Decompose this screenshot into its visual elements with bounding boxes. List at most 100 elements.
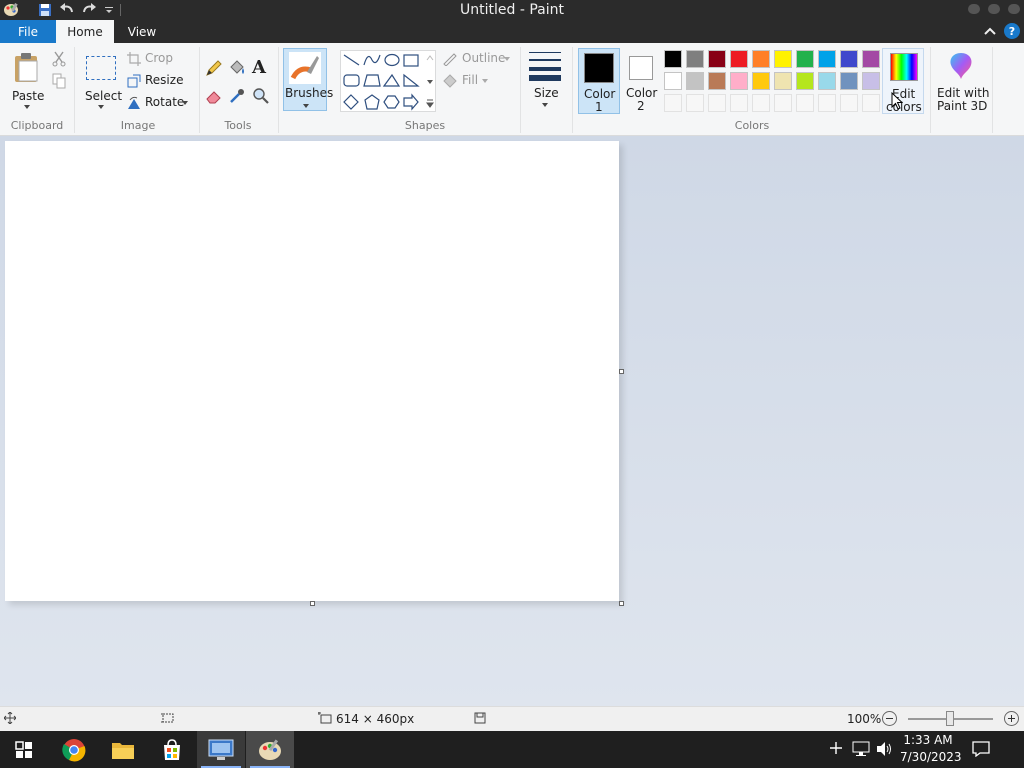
collapse-ribbon-icon[interactable] [984,25,996,39]
color1-button[interactable]: Color 1 [578,48,620,114]
rotate-button[interactable]: Rotate [127,95,193,111]
outline-button[interactable]: Outline [442,51,514,67]
taskbar-file-explorer[interactable] [99,731,147,768]
title-bar: Untitled - Paint [0,0,1024,20]
palette-swatch[interactable] [862,72,880,90]
palette-swatch[interactable] [818,50,836,68]
paste-dropdown-icon [24,105,30,109]
palette-swatch[interactable] [774,50,792,68]
brush-icon [289,52,321,84]
text-tool-icon[interactable]: A [252,57,266,78]
size-button[interactable]: Size [526,48,566,112]
tab-view[interactable]: View [114,20,170,43]
palette-swatch[interactable] [840,50,858,68]
colors-group-label: Colors [734,119,770,132]
palette-swatch[interactable] [818,72,836,90]
resize-handle-bottom[interactable] [310,601,315,606]
image-group-label: Image [120,119,156,132]
rotate-dropdown-icon [182,101,188,105]
drawing-canvas[interactable] [5,141,619,601]
crop-button[interactable]: Crop [127,51,187,67]
palette-swatch[interactable] [752,72,770,90]
taskbar-date[interactable]: 7/30/2023 [900,750,962,764]
custom-color-slot[interactable] [730,94,748,112]
ribbon: Paste Clipboard Select Crop Resize Rotat… [0,43,1024,136]
edit-with-paint3d-button[interactable]: Edit with Paint 3D [934,48,990,114]
zoom-slider-thumb[interactable] [946,711,954,726]
palette-swatch[interactable] [840,72,858,90]
palette-swatch[interactable] [664,50,682,68]
minimize-button[interactable] [968,4,980,14]
resize-handle-corner[interactable] [619,601,624,606]
fill-bucket-icon[interactable] [228,59,246,80]
select-dropdown-icon [98,105,104,109]
custom-color-slot[interactable] [862,94,880,112]
zoom-out-button[interactable] [882,711,897,726]
resize-handle-right[interactable] [619,369,624,374]
taskbar-remote-desktop[interactable] [197,731,245,768]
help-icon[interactable]: ? [1004,23,1020,39]
eraser-icon[interactable] [205,87,223,108]
zoom-in-button[interactable] [1004,711,1019,726]
network-icon[interactable] [852,741,870,760]
size-line-thickest [529,75,561,81]
fill-button[interactable]: Fill [442,73,498,89]
palette-swatch[interactable] [664,72,682,90]
custom-color-slot[interactable] [686,94,704,112]
color2-button[interactable]: Color 2 [622,48,662,114]
copy-icon[interactable] [52,73,66,92]
fill-dropdown-icon [482,79,488,83]
palette-swatch[interactable] [686,72,704,90]
taskbar-store[interactable] [148,731,196,768]
custom-color-slot[interactable] [664,94,682,112]
color2-label-line2: 2 [637,99,645,113]
custom-color-slot[interactable] [708,94,726,112]
custom-color-slot[interactable] [840,94,858,112]
palette-swatch[interactable] [862,50,880,68]
taskbar-chrome[interactable] [50,731,98,768]
palette-swatch[interactable] [686,50,704,68]
tab-home[interactable]: Home [56,20,114,43]
palette-swatch[interactable] [708,50,726,68]
crop-label: Crop [145,51,174,65]
start-button[interactable] [0,731,48,768]
group-separator [74,47,75,133]
custom-color-slot[interactable] [774,94,792,112]
custom-color-slot[interactable] [818,94,836,112]
palette-swatch[interactable] [774,72,792,90]
maximize-button[interactable] [988,4,1000,14]
store-icon [164,738,180,760]
taskbar-paint[interactable] [246,731,294,768]
palette-swatch[interactable] [730,72,748,90]
group-separator [572,47,573,133]
pencil-icon[interactable] [205,59,223,80]
resize-button[interactable]: Resize [127,73,187,89]
zoom-level: 100% [847,712,882,726]
edit-colors-button[interactable]: Edit colors [882,48,924,114]
palette-swatch[interactable] [752,50,770,68]
cut-icon[interactable] [52,51,66,70]
select-label: Select [85,89,123,103]
custom-color-slot[interactable] [796,94,814,112]
taskbar-time[interactable]: 1:33 AM [900,733,956,747]
close-button[interactable] [1008,4,1020,14]
palette-swatch[interactable] [796,72,814,90]
color2-label-line1: Color [626,86,658,100]
color-picker-icon[interactable] [228,87,246,108]
brushes-button[interactable]: Brushes [283,48,333,111]
remote-desktop-icon [208,739,234,760]
palette-swatch[interactable] [708,72,726,90]
fill-label: Fill [462,73,479,87]
palette-swatch[interactable] [730,50,748,68]
custom-color-slot[interactable] [752,94,770,112]
volume-icon[interactable] [876,741,894,760]
magnifier-icon[interactable] [252,87,270,108]
size-label: Size [534,86,559,100]
notifications-icon[interactable] [972,741,990,760]
paste-button[interactable]: Paste [6,47,48,115]
tab-file[interactable]: File [0,20,56,43]
select-button[interactable]: Select [80,47,122,115]
size-line-thin [529,52,561,53]
palette-swatch[interactable] [796,50,814,68]
add-icon[interactable] [830,742,842,757]
